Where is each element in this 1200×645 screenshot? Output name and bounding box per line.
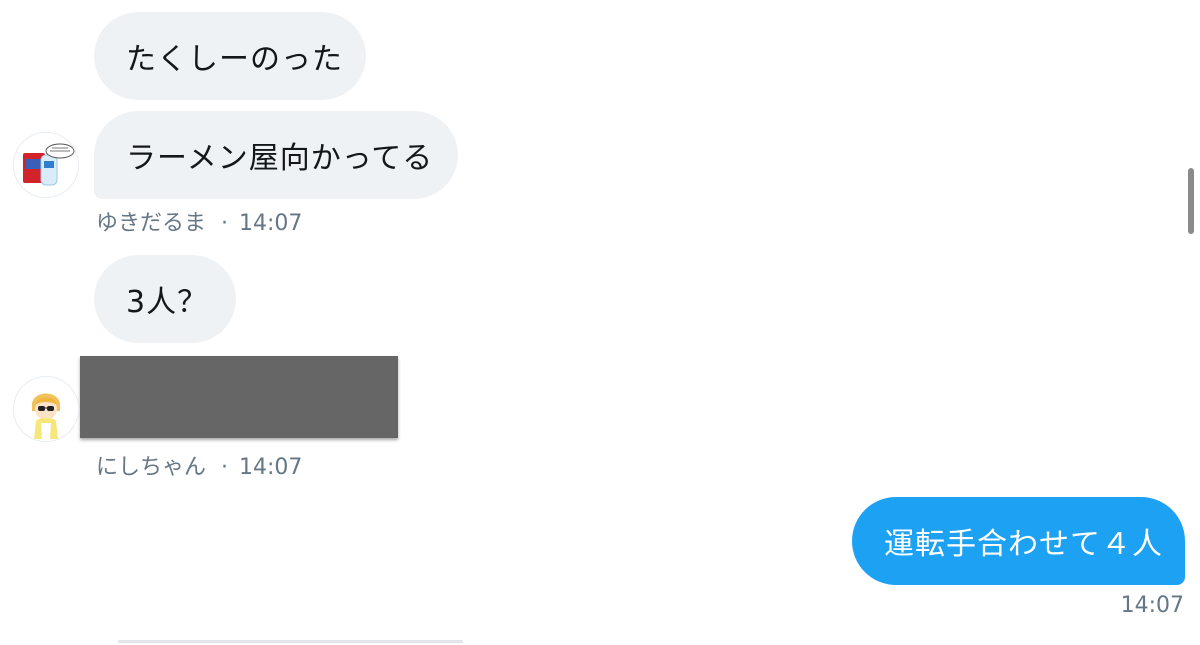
scrollbar-thumb[interactable] [1188,168,1194,234]
dm-conversation: たくしーのった ラーメン屋向かってる ゆきだるま · 14:07 3人？ にしち… [0,0,1200,645]
redacted-message [80,356,398,438]
next-message-edge [118,640,463,643]
sender-name: にしちゃん [96,455,207,480]
message-bubble-incoming[interactable]: 3人？ [94,255,236,343]
message-bubble-incoming[interactable]: ラーメン屋向かってる [94,111,458,199]
message-meta: にしちゃん · 14:07 [96,449,302,481]
message-time: 14:07 [1120,593,1184,618]
meta-separator: · [221,455,229,480]
meta-separator: · [221,211,229,236]
message-bubble-incoming[interactable]: たくしーのった [94,12,366,100]
message-meta: ゆきだるま · 14:07 [96,205,302,237]
message-text: 運転手合わせて４人 [884,527,1163,562]
message-text: ラーメン屋向かってる [126,141,434,176]
avatar[interactable] [13,376,79,442]
message-text: 3人？ [126,285,209,320]
avatar[interactable] [13,132,79,198]
message-bubble-outgoing[interactable]: 運転手合わせて４人 [852,497,1185,585]
message-time: 14:07 [239,211,303,236]
character-avatar-icon [14,377,78,441]
message-text: たくしーのった [126,42,343,77]
drink-can-avatar-icon [14,133,78,197]
message-time: 14:07 [239,455,303,480]
sender-name: ゆきだるま [96,211,207,236]
